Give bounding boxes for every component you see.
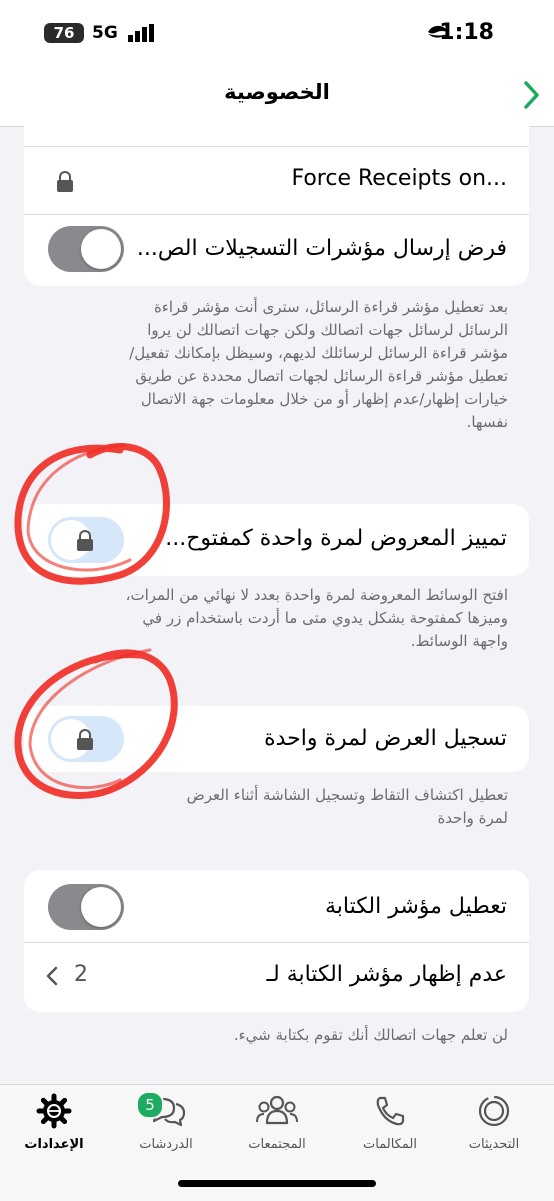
force-send-receipts-label: فرض إرسال مؤشرات التسجيلات الص...	[136, 236, 507, 261]
tab-communities[interactable]: المجتمعات	[229, 1093, 325, 1157]
record-once-description: تعطيل اكتشاف التقاط وتسجيل الشاشة أثناء …	[40, 784, 508, 830]
description-line: افتح الوسائط المعروضة لمرة واحدة بعدد لا…	[125, 586, 508, 604]
description-line: واجهة الوسائط.	[410, 632, 508, 650]
description-line: تعطيل مؤشر قراءة الرسائل لجهات اتصال محد…	[135, 367, 508, 385]
receipts-card: Force Receipts on... فرض إرسال مؤشرات ال…	[24, 110, 529, 286]
divider	[24, 214, 529, 215]
description-line: الرسائل لرسائل جهات اتصالك ولكن جهات اتص…	[147, 321, 508, 339]
view-once-description: افتح الوسائط المعروضة لمرة واحدة بعدد لا…	[40, 584, 508, 653]
force-receipts-label[interactable]: Force Receipts on...	[291, 166, 507, 191]
typing-card: تعطيل مؤشر الكتابة عدم إظهار مؤشر الكتاب…	[24, 870, 529, 1012]
network-label: 5G	[92, 23, 118, 43]
view-once-label: تمييز المعروض لمرة واحدة كمفتوح...	[165, 526, 507, 551]
tab-label: المكالمات	[363, 1137, 417, 1152]
description-line: وميزها كمفتوحة بشكل يدوي متى ما أردت باس…	[142, 609, 508, 627]
description-line: بعد تعطيل مؤشر قراءة الرسائل، سترى أنت م…	[153, 298, 508, 316]
tab-label: الدردشات	[139, 1137, 193, 1152]
hide-typing-label[interactable]: عدم إظهار مؤشر الكتابة لـ	[267, 962, 507, 987]
record-once-toggle[interactable]	[48, 716, 124, 762]
home-indicator	[178, 1180, 376, 1187]
view-once-toggle[interactable]	[48, 517, 124, 563]
phone-icon	[376, 1096, 405, 1126]
hide-typing-value: 2	[74, 962, 88, 987]
disable-typing-toggle[interactable]	[48, 884, 124, 930]
clock: 1:18	[439, 20, 494, 45]
description-line: تعطيل اكتشاف التقاط وتسجيل الشاشة أثناء …	[186, 786, 508, 804]
tab-chats[interactable]: 5 الدردشات	[118, 1091, 214, 1157]
communities-icon	[256, 1095, 298, 1125]
back-chevron-icon[interactable]	[522, 80, 540, 110]
typing-description: لن تعلم جهات اتصالك أنك تقوم بكتابة شيء.	[233, 1026, 508, 1044]
divider	[24, 146, 529, 147]
divider	[24, 942, 529, 943]
tab-calls[interactable]: المكالمات	[342, 1093, 438, 1157]
lock-icon	[77, 729, 93, 750]
lock-icon	[77, 530, 93, 551]
unread-badge: 5	[136, 1091, 164, 1119]
tab-label: المجتمعات	[248, 1137, 306, 1152]
disable-typing-label: تعطيل مؤشر الكتابة	[324, 894, 507, 919]
toggle-knob	[81, 887, 121, 927]
status-bar: 76 5G 1:18	[0, 0, 554, 66]
force-send-receipts-toggle[interactable]	[48, 226, 124, 272]
record-once-card: تسجيل العرض لمرة واحدة	[24, 706, 529, 772]
description-line: خيارات إظهار/عدم إظهار أو من خلال معلوما…	[140, 390, 508, 408]
record-once-label: تسجيل العرض لمرة واحدة	[264, 726, 507, 751]
settings-icon	[36, 1093, 72, 1129]
chevron-left-icon[interactable]	[46, 966, 58, 986]
description-line: نفسها.	[466, 413, 508, 431]
description-line: مؤشر قراءة الرسائل لرسائلك لديهم، وسيظل …	[129, 344, 508, 362]
signal-icon	[128, 24, 154, 42]
updates-icon	[478, 1095, 510, 1127]
tab-label: التحديثات	[468, 1137, 520, 1152]
tab-updates[interactable]: التحديثات	[446, 1093, 542, 1157]
tab-label: الإعدادات	[24, 1137, 84, 1152]
description-line: لمرة واحدة	[437, 809, 508, 827]
toggle-knob	[81, 229, 121, 269]
receipts-description: بعد تعطيل مؤشر قراءة الرسائل، سترى أنت م…	[40, 296, 508, 434]
view-once-card: تمييز المعروض لمرة واحدة كمفتوح...	[24, 504, 529, 576]
tab-settings[interactable]: الإعدادات	[6, 1093, 102, 1157]
battery-indicator: 76	[44, 23, 84, 43]
lock-icon	[57, 171, 73, 192]
page-title: الخصوصية	[224, 80, 330, 104]
